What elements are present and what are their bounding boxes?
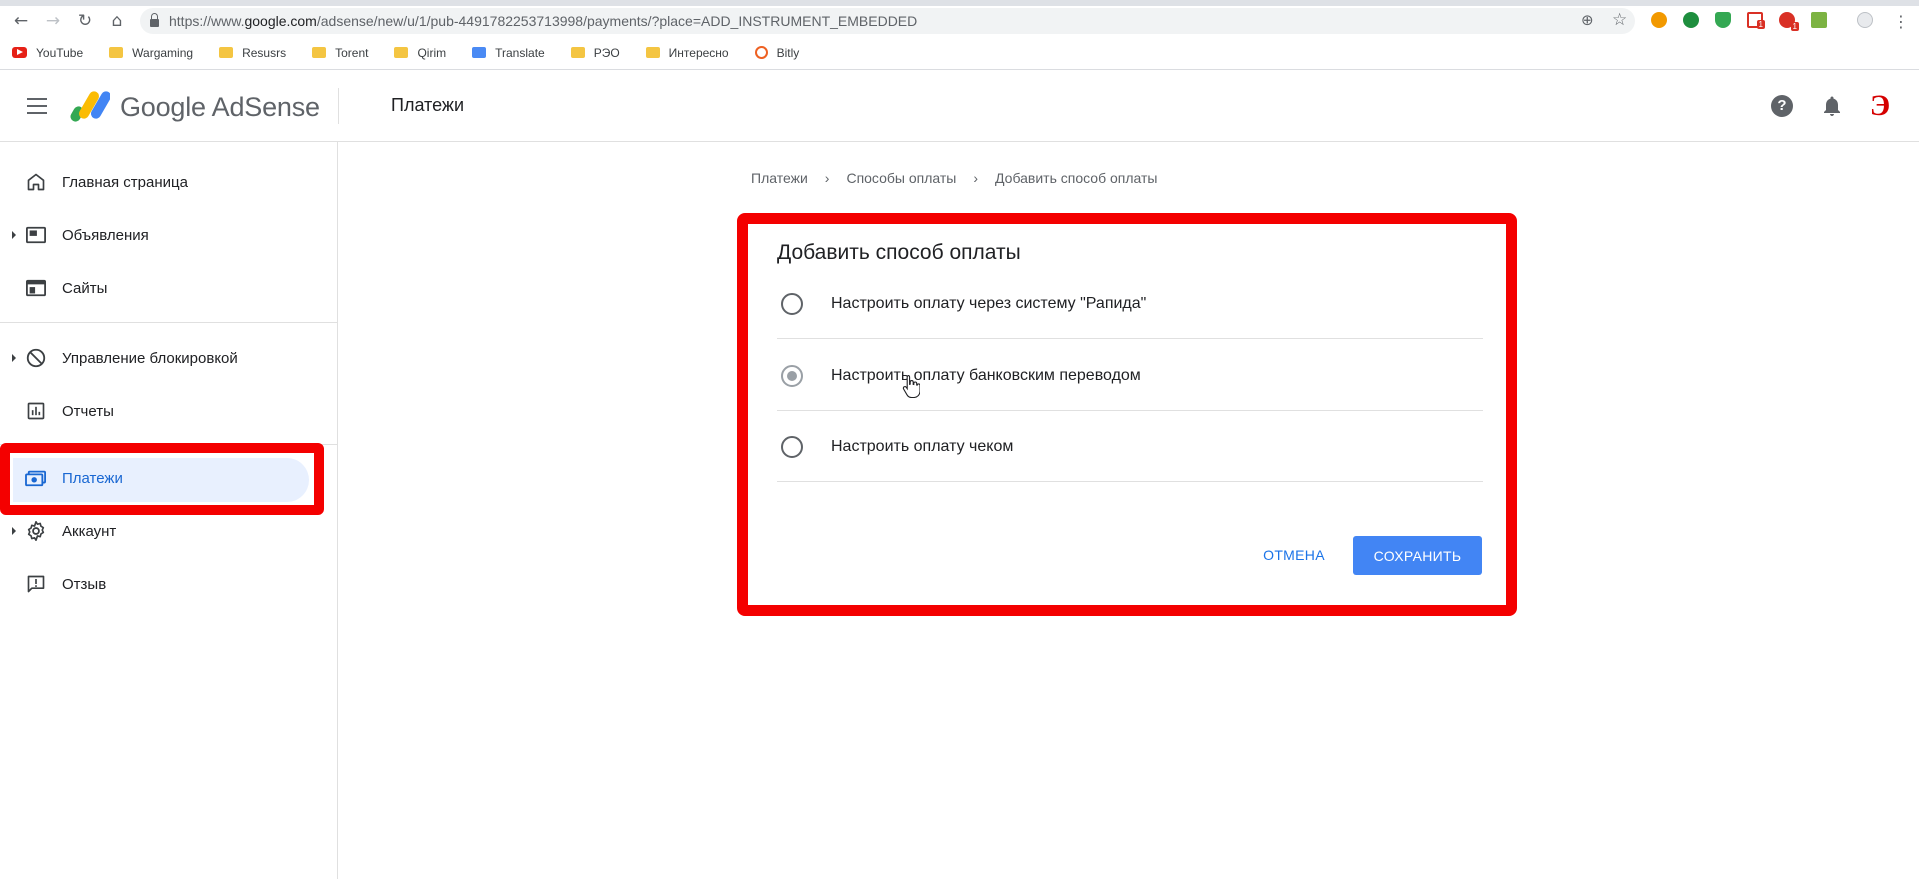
avatar[interactable]: Э [1864, 89, 1896, 122]
bookmark-pzo[interactable]: PЭО [570, 46, 620, 60]
sidebar-divider [0, 322, 338, 323]
breadcrumb: Платежи › Способы оплаты › Добавить спос… [751, 170, 1158, 186]
folder-icon [219, 47, 234, 58]
youtube-icon [12, 47, 27, 58]
highlight-frame-sidebar [0, 443, 324, 515]
extension-icon[interactable] [1651, 12, 1667, 28]
lock-icon [150, 12, 159, 27]
option-label: Настроить оплату чеком [831, 438, 1014, 455]
sidebar-item-label: Объявления [62, 226, 149, 244]
bookmarks-bar: YouTube Wargaming Resusrs Torent Qirim T… [0, 36, 1919, 70]
menu-icon[interactable] [27, 98, 47, 114]
folder-icon [570, 47, 585, 58]
bookmark-translate[interactable]: Translate [472, 46, 545, 60]
payment-option-rapida[interactable]: Настроить оплату через систему "Рапида" [777, 268, 1483, 339]
sidebar-item-reports[interactable]: Отчеты [0, 387, 338, 435]
translate-icon [472, 47, 487, 58]
page-title: Платежи [391, 95, 465, 115]
browser-menu-icon[interactable]: ⋮ [1886, 6, 1916, 36]
breadcrumb-item-add-payment-method: Добавить способ оплаты [995, 170, 1158, 186]
bookmark-torent[interactable]: Torent [312, 46, 368, 60]
address-bar[interactable]: https://www.google.com/adsense/new/u/1/p… [140, 8, 1635, 34]
browser-toolbar: ← → ↻ ⌂ https://www.google.com/adsense/n… [0, 6, 1919, 36]
bookmark-youtube[interactable]: YouTube [12, 46, 83, 60]
reports-icon [25, 400, 47, 422]
bookmark-interesno[interactable]: Интересно [645, 46, 729, 60]
chevron-right-icon: › [973, 170, 979, 186]
option-label: Настроить оплату банковским переводом [831, 367, 1141, 384]
app-header: Google AdSense Платежи ? Э [0, 70, 1919, 142]
gear-icon [25, 520, 47, 542]
shield-extension-icon[interactable] [1715, 12, 1731, 28]
sidebar-item-ads[interactable]: Объявления [0, 211, 338, 259]
bitly-icon [754, 46, 768, 59]
reload-icon[interactable]: ↻ [70, 6, 100, 36]
breadcrumb-item-payments[interactable]: Платежи [751, 170, 808, 186]
notifications-bell-icon[interactable] [1820, 94, 1844, 118]
sidebar-item-label: Аккаунт [62, 522, 117, 540]
option-label: Настроить оплату через систему "Рапида" [831, 295, 1147, 312]
gmail-extension-icon[interactable]: 1 [1747, 12, 1765, 29]
dialog-title: Добавить способ оплаты [777, 241, 1021, 264]
sidebar-item-home[interactable]: Главная страница [0, 158, 338, 206]
bookmark-resusrs[interactable]: Resusrs [219, 46, 286, 60]
sidebar-item-label: Отчеты [62, 402, 114, 420]
chevron-right-icon: › [824, 170, 830, 186]
breadcrumb-item-payment-methods[interactable]: Способы оплаты [846, 170, 956, 186]
bookmark-qirim[interactable]: Qirim [394, 46, 446, 60]
sidebar-item-blocking[interactable]: Управление блокировкой [0, 334, 338, 382]
bookmark-star-icon[interactable]: ☆ [1612, 10, 1627, 30]
download-extension-icon[interactable] [1811, 12, 1827, 28]
block-icon [25, 347, 47, 369]
bookmark-wargaming[interactable]: Wargaming [109, 46, 193, 60]
folder-icon [109, 47, 124, 58]
help-icon[interactable]: ? [1771, 95, 1793, 117]
radio-button[interactable] [781, 293, 803, 315]
hand-cursor-icon [902, 374, 920, 398]
folder-icon [645, 47, 660, 58]
sidebar-item-sites[interactable]: Сайты [0, 264, 338, 312]
adsense-logo-icon [70, 91, 110, 122]
home-icon [25, 171, 47, 193]
forward-icon[interactable]: → [38, 6, 68, 36]
radio-button[interactable] [781, 436, 803, 458]
expand-caret-icon[interactable] [12, 354, 16, 362]
expand-caret-icon[interactable] [12, 527, 16, 535]
expand-caret-icon[interactable] [12, 231, 16, 239]
header-divider [338, 88, 339, 124]
sidebar-item-feedback[interactable]: Отзыв [0, 560, 338, 608]
feedback-icon [25, 573, 47, 595]
extension-icon[interactable] [1683, 12, 1699, 28]
sites-icon [25, 277, 47, 299]
sidebar-item-label: Управление блокировкой [62, 349, 238, 367]
payment-option-check[interactable]: Настроить оплату чеком [777, 411, 1483, 482]
save-button[interactable]: СОХРАНИТЬ [1353, 536, 1482, 575]
profile-icon[interactable] [1857, 12, 1873, 28]
sidebar-item-label: Сайты [62, 279, 108, 297]
extension-icon[interactable]: 1 [1779, 12, 1799, 31]
folder-icon [312, 47, 327, 58]
bookmark-bitly[interactable]: Bitly [754, 46, 799, 60]
sidebar-item-label: Главная страница [62, 173, 188, 191]
home-icon[interactable]: ⌂ [102, 6, 132, 36]
logo-text: Google AdSense [120, 92, 320, 122]
zoom-icon[interactable]: ⊕ [1581, 11, 1594, 29]
cancel-button[interactable]: ОТМЕНА [1247, 536, 1341, 574]
sidebar-item-label: Отзыв [62, 575, 107, 593]
payment-option-bank-transfer[interactable]: Настроить оплату банковским переводом [777, 340, 1483, 411]
back-icon[interactable]: ← [6, 6, 36, 36]
radio-button[interactable] [781, 365, 803, 387]
folder-icon [394, 47, 409, 58]
url-text: https://www.google.com/adsense/new/u/1/p… [169, 13, 918, 29]
ads-icon [25, 224, 47, 246]
